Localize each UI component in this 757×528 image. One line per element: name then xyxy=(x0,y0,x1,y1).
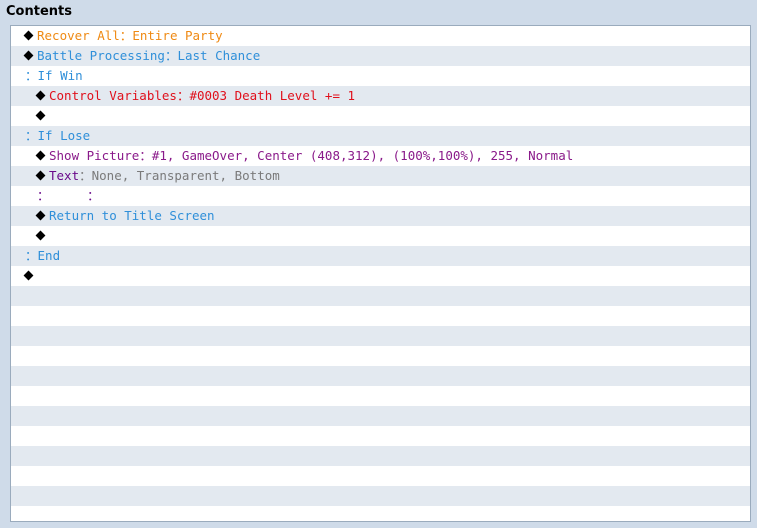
empty-row[interactable] xyxy=(11,446,750,466)
command-text: End xyxy=(37,248,61,263)
command-text: Entire Party xyxy=(132,28,223,43)
command-diamond-icon xyxy=(35,110,46,121)
command-row[interactable] xyxy=(11,106,750,126)
empty-row[interactable] xyxy=(11,466,750,486)
command-text: ： xyxy=(37,188,50,203)
command-text: None, Transparent, Bottom xyxy=(91,168,280,183)
command-diamond-icon xyxy=(35,210,46,221)
command-text: Last Chance xyxy=(177,48,261,63)
command-diamond-icon xyxy=(35,90,46,101)
command-row[interactable]: Recover All：Entire Party xyxy=(11,26,750,46)
panel-title: Contents xyxy=(6,4,72,19)
command-text: ： xyxy=(139,148,152,163)
command-text: #1, GameOver, Center (408,312), (100%,10… xyxy=(151,148,574,163)
empty-row[interactable] xyxy=(11,426,750,446)
command-text: #0003 Death Level += 1 xyxy=(189,88,356,103)
command-diamond-icon xyxy=(35,230,46,241)
command-row[interactable]: Control Variables：#0003 Death Level += 1 xyxy=(11,86,750,106)
command-row[interactable]: Battle Processing：Last Chance xyxy=(11,46,750,66)
command-text: If Lose xyxy=(37,128,91,143)
command-row[interactable]: ：End xyxy=(11,246,750,266)
empty-row[interactable] xyxy=(11,506,750,521)
command-text: Battle Processing xyxy=(37,48,165,63)
empty-row[interactable] xyxy=(11,326,750,346)
contents-panel: Contents Recover All：Entire Party Battle … xyxy=(0,0,757,528)
empty-row[interactable] xyxy=(11,366,750,386)
command-row[interactable]: Return to Title Screen xyxy=(11,206,750,226)
command-text: ： xyxy=(176,88,190,103)
command-text: ： xyxy=(25,68,38,83)
command-row[interactable]: Show Picture：#1, GameOver, Center (408,3… xyxy=(11,146,750,166)
event-command-list[interactable]: Recover All：Entire Party Battle Processin… xyxy=(10,25,751,522)
command-diamond-icon xyxy=(23,270,34,281)
command-row[interactable]: Text：None, Transparent, Bottom xyxy=(11,166,750,186)
command-text: ： xyxy=(119,28,133,43)
command-diamond-icon xyxy=(23,50,34,61)
command-diamond-icon xyxy=(23,30,34,41)
command-row[interactable]: ：If Win xyxy=(11,66,750,86)
command-text: Text xyxy=(49,168,80,183)
empty-row[interactable] xyxy=(11,346,750,366)
command-text: ： xyxy=(79,168,92,183)
command-text: ： xyxy=(49,188,100,203)
empty-row[interactable] xyxy=(11,286,750,306)
command-row[interactable]: ：If Lose xyxy=(11,126,750,146)
command-row[interactable] xyxy=(11,226,750,246)
empty-row[interactable] xyxy=(11,406,750,426)
command-text: Return to Title Screen xyxy=(49,208,215,223)
command-diamond-icon xyxy=(35,150,46,161)
empty-row[interactable] xyxy=(11,486,750,506)
command-text: Control Variables xyxy=(49,88,177,103)
command-text: ： xyxy=(164,48,178,63)
command-text: ： xyxy=(25,248,38,263)
empty-row[interactable] xyxy=(11,386,750,406)
command-text: If Win xyxy=(37,68,83,83)
command-row[interactable] xyxy=(11,266,750,286)
command-text: ： xyxy=(25,128,38,143)
command-diamond-icon xyxy=(35,170,46,181)
command-row[interactable]: ： ： xyxy=(11,186,750,206)
command-text: Show Picture xyxy=(49,148,140,163)
empty-row[interactable] xyxy=(11,306,750,326)
command-text: Recover All xyxy=(37,28,120,43)
